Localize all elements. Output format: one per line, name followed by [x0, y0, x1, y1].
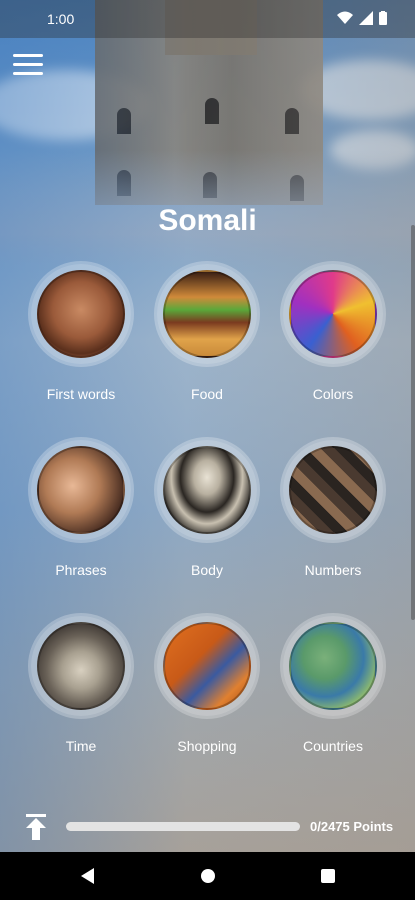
- category-grid: First words Food Colors Phrases Body Num…: [0, 0, 415, 852]
- category-label: Numbers: [304, 562, 362, 578]
- smiling-woman-photo-icon: [37, 446, 125, 534]
- points-counter: 0/2475 Points: [310, 819, 394, 834]
- category-ring: [283, 264, 383, 364]
- home-icon[interactable]: [198, 866, 218, 886]
- category-label: Colors: [312, 386, 354, 402]
- category-ring: [157, 264, 257, 364]
- category-time[interactable]: Time: [16, 616, 146, 754]
- skeleton-photo-icon: [163, 446, 251, 534]
- category-label: First words: [46, 386, 116, 402]
- number-blocks-photo-icon: [289, 446, 377, 534]
- category-food[interactable]: Food: [142, 264, 272, 402]
- progress-bar: [66, 822, 300, 831]
- app-screen: 1:00 Somali First words Food Colors Phra…: [0, 0, 415, 852]
- category-label: Food: [191, 386, 223, 402]
- child-photo-icon: [37, 270, 125, 358]
- category-label: Time: [65, 738, 97, 754]
- category-label: Countries: [303, 738, 363, 754]
- category-ring: [157, 440, 257, 540]
- system-navigation-bar: [0, 852, 415, 900]
- burger-photo-icon: [163, 270, 251, 358]
- scrollbar[interactable]: [411, 225, 415, 620]
- alarm-clock-photo-icon: [37, 622, 125, 710]
- category-ring: [31, 616, 131, 716]
- category-label: Phrases: [55, 562, 107, 578]
- category-label: Body: [191, 562, 223, 578]
- recents-icon[interactable]: [318, 866, 338, 886]
- upload-icon[interactable]: [24, 814, 48, 840]
- category-colors[interactable]: Colors: [268, 264, 398, 402]
- category-ring: [283, 616, 383, 716]
- category-first-words[interactable]: First words: [16, 264, 146, 402]
- progress-section: 0/2475 Points: [0, 808, 415, 848]
- color-powder-photo-icon: [289, 270, 377, 358]
- category-ring: [31, 264, 131, 364]
- category-numbers[interactable]: Numbers: [268, 440, 398, 578]
- category-ring: [31, 440, 131, 540]
- category-label: Shopping: [177, 738, 237, 754]
- category-phrases[interactable]: Phrases: [16, 440, 146, 578]
- category-shopping[interactable]: Shopping: [142, 616, 272, 754]
- category-body[interactable]: Body: [142, 440, 272, 578]
- category-ring: [283, 440, 383, 540]
- world-map-photo-icon: [289, 622, 377, 710]
- category-ring: [157, 616, 257, 716]
- back-icon[interactable]: [78, 866, 98, 886]
- category-countries[interactable]: Countries: [268, 616, 398, 754]
- shopping-cart-photo-icon: [163, 622, 251, 710]
